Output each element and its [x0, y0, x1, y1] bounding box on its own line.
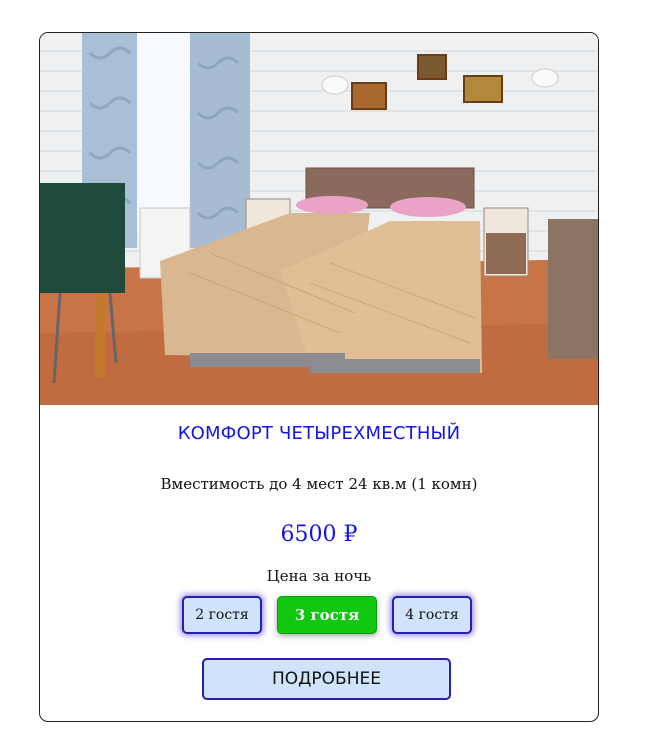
- room-card: КОМФОРТ ЧЕТЫРЕХМЕСТНЫЙ Вместимость до 4 …: [39, 32, 599, 722]
- room-title: КОМФОРТ ЧЕТЫРЕХМЕСТНЫЙ: [177, 423, 461, 444]
- room-photo: [40, 33, 598, 405]
- guest-option-2[interactable]: 2 гостя: [182, 596, 262, 634]
- price-note: Цена за ночь: [266, 567, 372, 585]
- room-price: 6500 ₽: [280, 522, 358, 547]
- room-capacity: Вместимость до 4 мест 24 кв.м (1 комн): [160, 475, 478, 493]
- guest-option-4[interactable]: 4 гостя: [392, 596, 472, 634]
- details-button[interactable]: ПОДРОБНЕЕ: [202, 658, 451, 700]
- guest-option-3[interactable]: 3 гостя: [277, 596, 377, 634]
